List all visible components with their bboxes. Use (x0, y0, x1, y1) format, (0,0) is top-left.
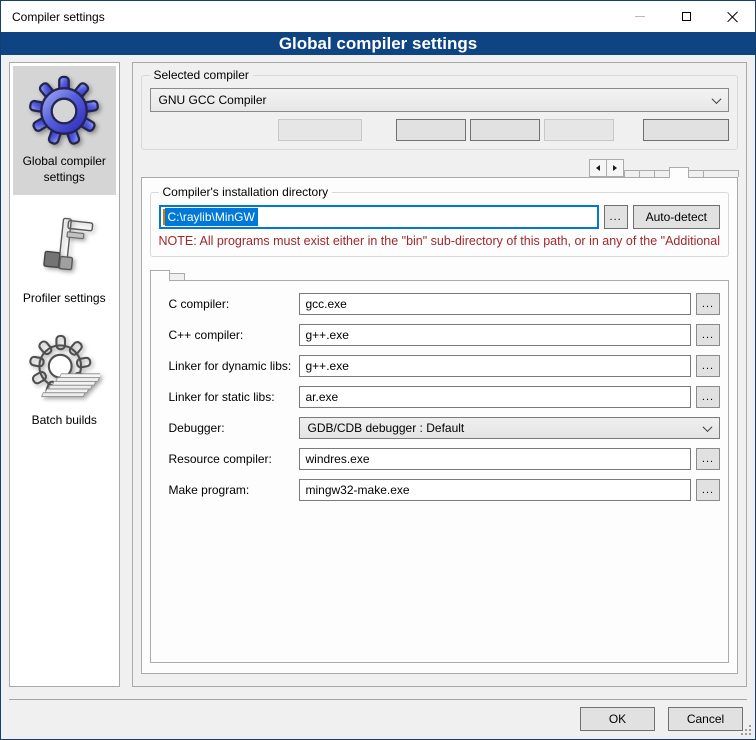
sidebar-item-batch-builds[interactable]: Batch builds (13, 325, 116, 439)
field-label: Make program: (169, 483, 299, 497)
compiler-actions (150, 119, 730, 141)
field-value: gcc.exe (306, 297, 347, 311)
field-input[interactable]: g++.exe (299, 324, 692, 346)
selected-compiler-value: GNU GCC Compiler (159, 93, 267, 107)
dialog-footer: OK Cancel (1, 699, 755, 739)
window-title: Compiler settings (1, 10, 617, 24)
field-value: mingw32-make.exe (306, 483, 410, 497)
row-linker-dynamic: Linker for dynamic libs: g++.exe g++.exe (169, 355, 721, 377)
row-resource-compiler: Resource compiler: windres.exe windres.e… (169, 448, 721, 470)
tab-scroll-left-button[interactable] (589, 159, 607, 177)
row-cpp-compiler: C++ compiler: g++.exe g++.exe (169, 324, 721, 346)
sidebar-item-global-compiler-settings[interactable]: Global compiler settings (13, 66, 116, 195)
field-input[interactable]: ar.exe (299, 386, 692, 408)
minimize-icon (635, 16, 645, 17)
tab-scroll-right-button[interactable] (606, 159, 624, 177)
program-files-tabs (150, 270, 730, 280)
field-label: Debugger: (169, 421, 299, 435)
field-input[interactable]: windres.exe (299, 448, 692, 470)
tab-toolchain-executables[interactable] (669, 167, 689, 178)
installation-directory-input[interactable]: C:\raylib\MinGW (159, 205, 599, 229)
close-icon (726, 11, 738, 23)
field-label: C++ compiler: (169, 328, 299, 342)
browse-button[interactable]: ... (696, 324, 720, 346)
program-files-page: C compiler: gcc.exe gcc.exe . (150, 280, 730, 663)
tab-program-files[interactable] (150, 270, 170, 281)
page-title: Global compiler settings (279, 34, 477, 53)
selected-compiler-group-label: Selected compiler (150, 68, 253, 82)
field-dropdown[interactable]: GDB/CDB debugger : Default (299, 417, 721, 439)
row-c-compiler: C compiler: gcc.exe gcc.exe . (169, 293, 721, 315)
field-label: Linker for static libs: (169, 390, 299, 404)
browse-button[interactable]: ... (696, 448, 720, 470)
rename-button[interactable] (470, 119, 540, 141)
compiler-notebook: Compiler's installation directory C:\ray… (141, 159, 739, 674)
arrow-left-icon (596, 165, 600, 171)
tab-custom-variables[interactable] (688, 170, 704, 177)
field-value: g++.exe (306, 328, 349, 342)
browse-button[interactable]: ... (696, 293, 720, 315)
sidebar-item-label: Profiler settings (23, 291, 106, 307)
copy-button[interactable] (396, 119, 466, 141)
field-label: Resource compiler: (169, 452, 299, 466)
field-value: windres.exe (306, 452, 370, 466)
caliper-icon (31, 215, 97, 281)
resize-grip[interactable] (749, 733, 751, 735)
auto-detect-button[interactable]: Auto-detect (633, 205, 720, 229)
arrow-right-icon (613, 165, 617, 171)
field-input[interactable]: g++.exe (299, 355, 692, 377)
title-bar: Compiler settings (1, 1, 755, 32)
tab-build-options[interactable] (703, 170, 739, 177)
field-label: Linker for dynamic libs: (169, 359, 299, 373)
batch-builds-gear-icon (28, 334, 100, 406)
tab-additional-paths[interactable] (169, 273, 185, 280)
field-input[interactable]: gcc.exe (299, 293, 692, 315)
compiler-tabs (141, 159, 739, 177)
note-text: NOTE: All programs must exist either in … (159, 234, 721, 248)
tab-search-directories[interactable] (654, 170, 670, 177)
header-banner: Global compiler settings (1, 32, 755, 55)
compiler-settings-dialog: Compiler settings (0, 0, 756, 740)
tab-linker-settings[interactable] (639, 170, 655, 177)
row-make-program: Make program: mingw32-make.exe mingw32-m… (169, 479, 721, 501)
installation-directory-value: C:\raylib\MinGW (165, 208, 258, 226)
field-value: GDB/CDB debugger : Default (308, 421, 465, 435)
close-button[interactable] (709, 1, 755, 32)
set-as-default-button (278, 119, 362, 141)
window-controls (617, 1, 755, 32)
chevron-down-icon (703, 422, 713, 432)
selected-compiler-group: Selected compiler GNU GCC Compiler (141, 75, 739, 150)
selected-compiler-dropdown[interactable]: GNU GCC Compiler (150, 88, 730, 112)
blue-gear-icon (28, 75, 100, 147)
field-value: ar.exe (306, 390, 339, 404)
browse-button[interactable]: ... (696, 386, 720, 408)
minimize-button (617, 1, 663, 32)
cancel-button[interactable]: Cancel (668, 707, 743, 731)
row-linker-static: Linker for static libs: ar.exe ar.exe (169, 386, 721, 408)
global-compiler-settings-panel: Selected compiler GNU GCC Compiler (132, 62, 748, 687)
field-value: g++.exe (306, 359, 349, 373)
sidebar-item-label: Batch builds (32, 413, 97, 429)
program-files-notebook: C compiler: gcc.exe gcc.exe . (150, 270, 730, 663)
chevron-down-icon (712, 94, 722, 104)
row-debugger: Debugger: GDB/CDB debugger : Default GDB… (169, 417, 721, 439)
maximize-icon (682, 12, 691, 21)
sidebar-item-profiler-settings[interactable]: Profiler settings (13, 203, 116, 317)
installation-directory-group-label: Compiler's installation directory (159, 185, 333, 199)
browse-button[interactable]: ... (696, 479, 720, 501)
settings-category-list: Global compiler settings (9, 62, 120, 687)
browse-button[interactable]: ... (696, 355, 720, 377)
tab-compiler-settings[interactable] (624, 170, 640, 177)
maximize-button[interactable] (663, 1, 709, 32)
ok-button[interactable]: OK (580, 707, 655, 731)
browse-directory-button[interactable]: ... (604, 205, 628, 229)
field-input[interactable]: mingw32-make.exe (299, 479, 692, 501)
field-label: C compiler: (169, 297, 299, 311)
tab-scroll-controls (590, 159, 624, 177)
sidebar-item-label: Global compiler settings (15, 154, 114, 185)
reset-defaults-button[interactable] (643, 119, 729, 141)
installation-directory-group: Compiler's installation directory C:\ray… (150, 192, 730, 257)
toolchain-executables-page: Compiler's installation directory C:\ray… (141, 177, 739, 674)
delete-button (544, 119, 614, 141)
